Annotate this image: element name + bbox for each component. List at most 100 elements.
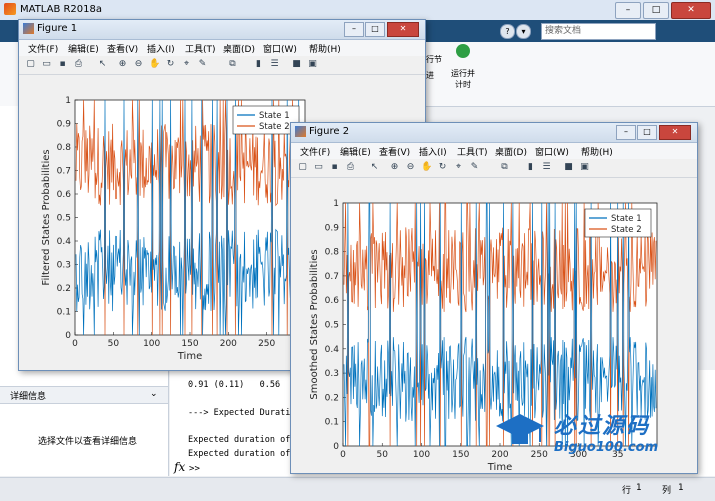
legend-icon[interactable]: ☰: [541, 162, 552, 173]
menu-desktop[interactable]: 桌面(D): [223, 42, 255, 55]
data-cursor-icon[interactable]: ⌖: [453, 162, 464, 173]
y-tick-label: 0.3: [57, 261, 71, 271]
rotate-icon[interactable]: ↻: [437, 162, 448, 173]
y-tick-label: 0: [333, 442, 339, 452]
y-tick-label: 0.1: [325, 418, 339, 428]
zoom-out-icon[interactable]: ⊖: [405, 162, 416, 173]
col-value: 1: [678, 483, 684, 493]
function-browser-icon[interactable]: fx: [174, 460, 185, 474]
main-title-bar: MATLAB R2018a – □ ✕: [0, 0, 715, 21]
y-tick-label: 0.6: [325, 296, 340, 306]
y-tick-label: 0.4: [57, 237, 72, 247]
run-and-time-button[interactable]: 运行并 计时: [451, 68, 475, 90]
menu-desktop[interactable]: 桌面(D): [495, 145, 527, 158]
menu-file[interactable]: 文件(F): [300, 145, 330, 158]
x-tick-label: 50: [377, 450, 389, 460]
link-plot-icon[interactable]: ⧉: [227, 59, 238, 70]
chevron-down-icon[interactable]: ⌄: [150, 389, 158, 399]
hide-tools-icon[interactable]: ■: [291, 59, 302, 70]
settings-icon[interactable]: ▾: [516, 24, 531, 39]
figure2-title-bar[interactable]: Figure 2 – □ ✕: [291, 123, 697, 143]
row-value: 1: [636, 483, 642, 493]
menu-window[interactable]: 窗口(W): [535, 145, 569, 158]
data-cursor-icon[interactable]: ⌖: [181, 59, 192, 70]
x-tick-label: 150: [181, 339, 198, 349]
search-documentation-input[interactable]: 搜索文档: [541, 23, 656, 40]
command-output-line: Expected duration of: [188, 449, 291, 459]
details-message: 选择文件以查看详细信息: [38, 437, 138, 447]
save-icon[interactable]: ▪: [329, 162, 340, 173]
graduation-cap-icon: [492, 410, 548, 450]
x-tick-label: 0: [72, 339, 78, 349]
print-icon[interactable]: ⎙: [345, 162, 356, 173]
command-output-line: 0.91 (0.11) 0.56 (: [188, 380, 296, 390]
open-file-icon[interactable]: ▭: [313, 162, 324, 173]
pointer-icon[interactable]: ↖: [97, 59, 108, 70]
watermark-brand: 必过源码: [554, 414, 651, 439]
y-tick-label: 1: [65, 96, 71, 106]
row-label: 行: [622, 486, 632, 496]
matlab-logo-icon: [4, 3, 16, 15]
pan-icon[interactable]: ✋: [149, 59, 160, 70]
figure2-minimize-button[interactable]: –: [616, 125, 636, 140]
main-close-button[interactable]: ✕: [671, 2, 711, 19]
menu-view[interactable]: 查看(V): [379, 145, 410, 158]
menu-view[interactable]: 查看(V): [107, 42, 138, 55]
brush-icon[interactable]: ✎: [469, 162, 480, 173]
zoom-out-icon[interactable]: ⊖: [133, 59, 144, 70]
menu-file[interactable]: 文件(F): [28, 42, 58, 55]
menu-edit[interactable]: 编辑(E): [68, 42, 99, 55]
show-tools-icon[interactable]: ▣: [579, 162, 590, 173]
command-prompt[interactable]: fx >>: [174, 460, 200, 474]
menu-tools[interactable]: 工具(T): [185, 42, 216, 55]
zoom-in-icon[interactable]: ⊕: [117, 59, 128, 70]
zoom-in-icon[interactable]: ⊕: [389, 162, 400, 173]
figure1-maximize-button[interactable]: □: [365, 22, 385, 37]
x-tick-label: 100: [143, 339, 160, 349]
rotate-icon[interactable]: ↻: [165, 59, 176, 70]
y-tick-label: 0.3: [325, 369, 339, 379]
save-icon[interactable]: ▪: [57, 59, 68, 70]
brush-icon[interactable]: ✎: [197, 59, 208, 70]
main-window-title: MATLAB R2018a: [20, 4, 103, 15]
colorbar-icon[interactable]: ▮: [525, 162, 536, 173]
open-file-icon[interactable]: ▭: [41, 59, 52, 70]
y-tick-label: 0.2: [325, 393, 339, 403]
legend-icon[interactable]: ☰: [269, 59, 280, 70]
figure1-minimize-button[interactable]: –: [344, 22, 364, 37]
menu-insert[interactable]: 插入(I): [419, 145, 447, 158]
legend-label: State 2: [611, 225, 642, 235]
menu-insert[interactable]: 插入(I): [147, 42, 175, 55]
menu-edit[interactable]: 编辑(E): [340, 145, 371, 158]
x-tick-label: 150: [452, 450, 469, 460]
show-tools-icon[interactable]: ▣: [307, 59, 318, 70]
plot-area: [74, 99, 306, 336]
pan-icon[interactable]: ✋: [421, 162, 432, 173]
menu-help[interactable]: 帮助(H): [309, 42, 341, 55]
pointer-icon[interactable]: ↖: [369, 162, 380, 173]
menu-help[interactable]: 帮助(H): [581, 145, 613, 158]
colorbar-icon[interactable]: ▮: [253, 59, 264, 70]
figure2-maximize-button[interactable]: □: [637, 125, 657, 140]
link-plot-icon[interactable]: ⧉: [499, 162, 510, 173]
x-tick-label: 100: [413, 450, 430, 460]
run-time-icon[interactable]: [456, 44, 470, 58]
figure-icon: [23, 23, 34, 34]
menu-window[interactable]: 窗口(W): [263, 42, 297, 55]
main-maximize-button[interactable]: □: [643, 2, 669, 19]
new-figure-icon[interactable]: ▢: [297, 162, 308, 173]
y-tick-label: 0.5: [325, 321, 339, 331]
figure2-close-button[interactable]: ✕: [659, 125, 691, 140]
figure1-title-bar[interactable]: Figure 1 – □ ✕: [19, 20, 425, 40]
print-icon[interactable]: ⎙: [73, 59, 84, 70]
menu-tools[interactable]: 工具(T): [457, 145, 488, 158]
x-tick-label: 200: [220, 339, 237, 349]
main-minimize-button[interactable]: –: [615, 2, 641, 19]
details-panel-header[interactable]: 详细信息 ⌄: [0, 386, 168, 404]
new-figure-icon[interactable]: ▢: [25, 59, 36, 70]
hide-tools-icon[interactable]: ■: [563, 162, 574, 173]
help-icon[interactable]: ?: [500, 24, 515, 39]
figure1-close-button[interactable]: ✕: [387, 22, 419, 37]
x-tick-label: 50: [108, 339, 120, 349]
figure-icon: [295, 126, 306, 137]
